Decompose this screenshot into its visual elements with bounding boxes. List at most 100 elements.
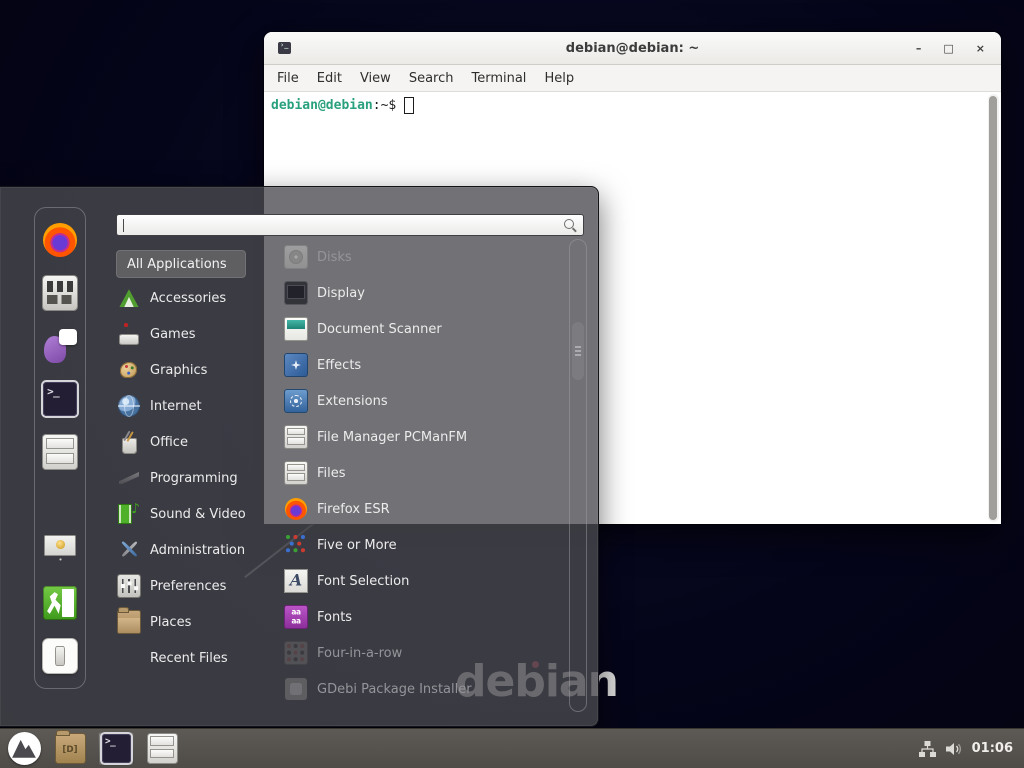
app-list-scrollbar-thumb[interactable]: [572, 322, 584, 380]
app-file-manager-pcmanfm[interactable]: File Manager PCManFM: [283, 419, 569, 455]
app-font-selection[interactable]: Font Selection: [283, 563, 569, 599]
disks-icon: [285, 246, 307, 268]
graphics-icon: [118, 359, 140, 381]
category-accessories[interactable]: Accessories: [116, 280, 278, 316]
app-five-or-more[interactable]: Five or More: [283, 527, 569, 563]
places-icon: [118, 611, 140, 633]
terminal-menu-file[interactable]: File: [268, 71, 308, 86]
app-label: Extensions: [317, 394, 388, 409]
app-label: Document Scanner: [317, 322, 442, 337]
favorites-panel: [34, 207, 86, 689]
shutdown-icon: [43, 639, 77, 673]
app-fonts[interactable]: Fonts: [283, 599, 569, 635]
category-recent-files[interactable]: Recent Files: [116, 640, 278, 676]
display-icon: [285, 282, 307, 304]
prompt-user: debian@debian: [271, 98, 373, 113]
volume-icon[interactable]: [945, 741, 963, 757]
fontselection-icon: [285, 570, 307, 592]
extensions-icon: [285, 390, 307, 412]
favorite-file-manager[interactable]: [42, 434, 78, 470]
filecabinet-icon: [43, 435, 77, 469]
category-label: Sound & Video: [150, 507, 246, 522]
search-input[interactable]: [119, 216, 565, 234]
session-lock-screen[interactable]: [42, 532, 78, 568]
firefox-icon: [43, 223, 77, 257]
taskbar-launchers: [6, 729, 180, 768]
folderd-icon: [56, 734, 85, 763]
search-caret: [123, 219, 124, 232]
desktop: debian debian@debian: ~ –□× FileEditView…: [0, 0, 1024, 768]
office-icon: [118, 431, 140, 453]
favorite-pidgin[interactable]: [42, 328, 78, 364]
terminal-menu-search[interactable]: Search: [400, 71, 463, 86]
terminal-window-icon: [278, 42, 291, 54]
category-preferences[interactable]: Preferences: [116, 568, 278, 604]
favorite-terminal[interactable]: [42, 381, 78, 417]
close-button[interactable]: ×: [976, 43, 985, 54]
favorite-firefox[interactable]: [42, 222, 78, 258]
app-files[interactable]: Files: [283, 455, 569, 491]
app-display[interactable]: Display: [283, 275, 569, 311]
session-shutdown[interactable]: [42, 638, 78, 674]
category-games[interactable]: Games: [116, 316, 278, 352]
category-sound-video[interactable]: Sound & Video: [116, 496, 278, 532]
fiveormore-icon: [285, 534, 307, 556]
taskbar-file-manager-desktop[interactable]: [52, 732, 88, 766]
terminal-menu-edit[interactable]: Edit: [308, 71, 351, 86]
taskbar-terminal[interactable]: [98, 732, 134, 766]
category-internet[interactable]: Internet: [116, 388, 278, 424]
filecabinet-icon: [148, 734, 177, 763]
terminal-menu-help[interactable]: Help: [535, 71, 583, 86]
search-box[interactable]: [116, 214, 584, 236]
app-four-in-a-row[interactable]: Four-in-a-row: [283, 635, 569, 671]
category-label: Recent Files: [150, 651, 228, 666]
terminal-icon: [43, 382, 77, 416]
app-label: File Manager PCManFM: [317, 430, 467, 445]
session-log-out[interactable]: [42, 585, 78, 621]
app-label: GDebi Package Installer: [317, 682, 472, 697]
category-graphics[interactable]: Graphics: [116, 352, 278, 388]
minimize-button[interactable]: –: [916, 43, 922, 54]
terminal-scrollbar-thumb[interactable]: [989, 96, 997, 520]
effects-icon: [285, 354, 307, 376]
terminal-title: debian@debian: ~: [264, 41, 1001, 56]
category-label: Internet: [150, 399, 202, 414]
administration-icon: [118, 539, 140, 561]
category-label: Places: [150, 615, 191, 630]
app-disks[interactable]: Disks: [283, 239, 569, 275]
maximize-button[interactable]: □: [943, 43, 953, 54]
category-administration[interactable]: Administration: [116, 532, 278, 568]
clock[interactable]: 01:06: [972, 741, 1013, 756]
lockscreen-icon: [43, 533, 77, 567]
pidgin-icon: [43, 329, 77, 363]
category-label: Games: [150, 327, 195, 342]
terminal-menu-terminal[interactable]: Terminal: [462, 71, 535, 86]
search-icon: [564, 219, 577, 232]
app-firefox-esr[interactable]: Firefox ESR: [283, 491, 569, 527]
soundvideo-icon: [118, 503, 140, 525]
app-document-scanner[interactable]: Document Scanner: [283, 311, 569, 347]
network-icon[interactable]: [919, 741, 936, 757]
taskbar: 01:06: [0, 728, 1024, 768]
taskbar-menu[interactable]: [6, 732, 42, 766]
category-office[interactable]: Office: [116, 424, 278, 460]
programming-icon: [118, 467, 140, 489]
fonts-icon: [285, 606, 307, 628]
taskbar-files[interactable]: [144, 732, 180, 766]
games-icon: [118, 323, 140, 345]
app-label: Firefox ESR: [317, 502, 390, 517]
category-places[interactable]: Places: [116, 604, 278, 640]
app-list-scrollbar[interactable]: [569, 239, 587, 712]
app-extensions[interactable]: Extensions: [283, 383, 569, 419]
logout-icon: [43, 586, 77, 620]
application-list: Disks Display Document Scanner Effects Exten…: [283, 239, 569, 707]
terminal-menu-view[interactable]: View: [351, 71, 400, 86]
category-programming[interactable]: Programming: [116, 460, 278, 496]
category-all-applications[interactable]: All Applications: [116, 250, 246, 278]
terminal-scrollbar[interactable]: [988, 94, 999, 522]
terminal-titlebar[interactable]: debian@debian: ~ – □ ×: [264, 32, 1001, 65]
favorite-control-center[interactable]: [42, 275, 78, 311]
app-gdebi-package-installer[interactable]: GDebi Package Installer: [283, 671, 569, 707]
app-label: Disks: [317, 250, 352, 265]
app-effects[interactable]: Effects: [283, 347, 569, 383]
